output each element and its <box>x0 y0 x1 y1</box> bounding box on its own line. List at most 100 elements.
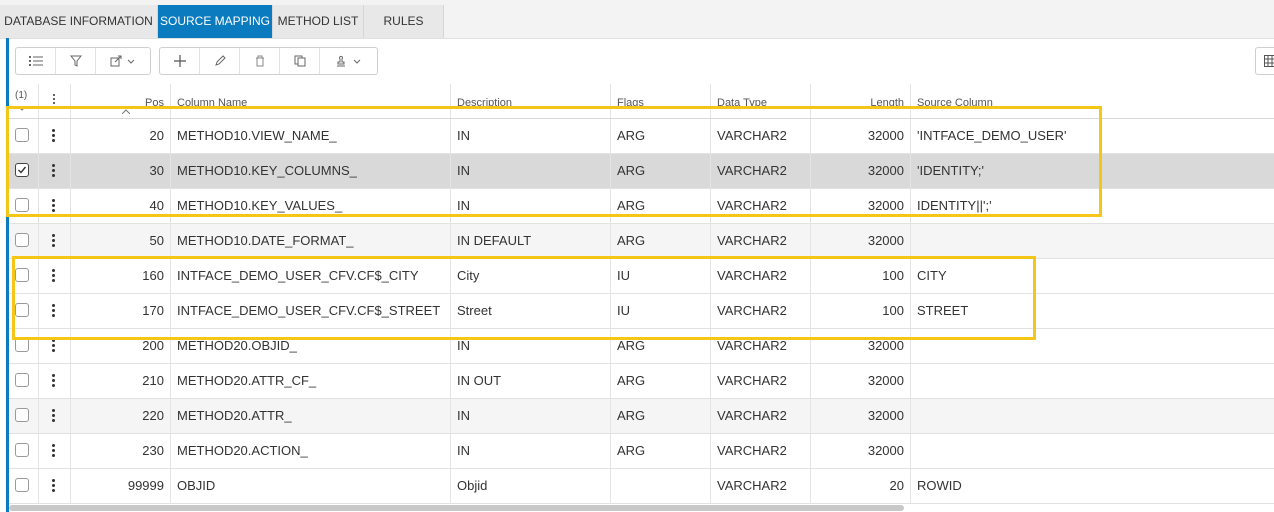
row-checkbox-cell[interactable] <box>9 399 39 433</box>
table-row[interactable]: 40 METHOD10.KEY_VALUES_ IN ARG VARCHAR2 32000… <box>9 189 1274 224</box>
filter-button[interactable] <box>56 48 96 74</box>
more-vertical-icon[interactable] <box>52 269 56 285</box>
column-header-flags[interactable]: Flags <box>611 84 711 118</box>
copy-button[interactable] <box>280 48 320 74</box>
row-menu-cell[interactable] <box>39 434 71 468</box>
row-checkbox[interactable] <box>15 373 29 387</box>
row-menu-cell[interactable] <box>39 119 71 153</box>
row-checkbox[interactable] <box>15 338 29 352</box>
row-checkbox-cell[interactable] <box>9 119 39 153</box>
column-header-pos[interactable]: Pos <box>71 84 171 118</box>
row-checkbox-cell[interactable] <box>9 154 39 188</box>
table-row[interactable]: 160 INTFACE_DEMO_USER_CFV.CF$_CITY City IU V… <box>9 259 1274 294</box>
row-menu-cell[interactable] <box>39 294 71 328</box>
cell-pos: 230 <box>71 434 171 468</box>
cell-source-column <box>911 434 1274 468</box>
more-vertical-icon[interactable] <box>52 234 56 250</box>
more-vertical-icon[interactable] <box>52 339 56 355</box>
row-checkbox[interactable] <box>15 303 29 317</box>
column-header-length[interactable]: Length <box>811 84 911 118</box>
cell-pos: 200 <box>71 329 171 363</box>
row-menu-cell[interactable] <box>39 259 71 293</box>
row-checkbox[interactable] <box>15 233 29 247</box>
cell-column-name: METHOD10.VIEW_NAME_ <box>171 119 451 153</box>
cell-length: 100 <box>811 259 911 293</box>
select-all-header[interactable]: (1) <box>9 84 39 118</box>
table-row[interactable]: 220 METHOD20.ATTR_ IN ARG VARCHAR2 32000 <box>9 399 1274 434</box>
tab-bar: DATABASE INFORMATION SOURCE MAPPING METH… <box>0 0 1274 39</box>
row-menu-header[interactable] <box>39 84 71 118</box>
more-vertical-icon[interactable] <box>52 444 56 460</box>
row-checkbox-cell[interactable] <box>9 294 39 328</box>
table-row[interactable]: 230 METHOD20.ACTION_ IN ARG VARCHAR2 32000 <box>9 434 1274 469</box>
more-vertical-icon[interactable] <box>52 199 56 215</box>
cell-flags <box>611 469 711 503</box>
add-button[interactable] <box>160 48 200 74</box>
row-menu-cell[interactable] <box>39 469 71 503</box>
row-checkbox-cell[interactable] <box>9 189 39 223</box>
column-header-source-column[interactable]: Source Column <box>911 84 1274 118</box>
table-row[interactable]: 210 METHOD20.ATTR_CF_ IN OUT ARG VARCHAR2 320… <box>9 364 1274 399</box>
more-vertical-icon[interactable] <box>52 479 56 495</box>
row-checkbox[interactable] <box>15 478 29 492</box>
grid-header: (1) Pos Column Name Description Flags Da… <box>9 84 1274 119</box>
cell-description: IN DEFAULT <box>451 224 611 258</box>
column-header-data-type[interactable]: Data Type <box>711 84 811 118</box>
row-checkbox-cell[interactable] <box>9 329 39 363</box>
tab-method-list[interactable]: METHOD LIST <box>273 5 364 38</box>
more-vertical-icon[interactable] <box>52 409 56 425</box>
table-row[interactable]: 30 METHOD10.KEY_COLUMNS_ IN ARG VARCHAR2 3200… <box>9 154 1274 189</box>
stamp-icon <box>336 55 360 67</box>
cell-flags: ARG <box>611 364 711 398</box>
row-checkbox-cell[interactable] <box>9 469 39 503</box>
more-vertical-icon[interactable] <box>52 374 56 390</box>
cell-description: IN <box>451 154 611 188</box>
row-menu-cell[interactable] <box>39 189 71 223</box>
row-checkbox[interactable] <box>15 128 29 142</box>
row-menu-cell[interactable] <box>39 154 71 188</box>
delete-button[interactable] <box>240 48 280 74</box>
row-checkbox[interactable] <box>15 443 29 457</box>
tab-database-information[interactable]: DATABASE INFORMATION <box>0 5 158 38</box>
export-button[interactable] <box>96 48 150 74</box>
row-menu-cell[interactable] <box>39 399 71 433</box>
cell-description: IN <box>451 434 611 468</box>
row-checkbox-cell[interactable] <box>9 259 39 293</box>
table-row[interactable]: 20 METHOD10.VIEW_NAME_ IN ARG VARCHAR2 32000 '… <box>9 119 1274 154</box>
row-menu-cell[interactable] <box>39 364 71 398</box>
row-checkbox-cell[interactable] <box>9 434 39 468</box>
table-row[interactable]: 200 METHOD20.OBJID_ IN ARG VARCHAR2 32000 <box>9 329 1274 364</box>
table-row[interactable]: 170 INTFACE_DEMO_USER_CFV.CF$_STREET Stree… <box>9 294 1274 329</box>
tab-rules[interactable]: RULES <box>364 5 444 38</box>
table-row[interactable]: 50 METHOD10.DATE_FORMAT_ IN DEFAULT ARG VARC… <box>9 224 1274 259</box>
row-checkbox[interactable] <box>15 198 29 212</box>
column-header-column-name[interactable]: Column Name <box>171 84 451 118</box>
row-checkbox-checked[interactable] <box>15 163 29 177</box>
table-settings-group <box>1255 47 1274 75</box>
delete-icon <box>255 55 264 67</box>
tab-source-mapping[interactable]: SOURCE MAPPING <box>158 5 273 38</box>
row-checkbox[interactable] <box>15 408 29 422</box>
row-menu-cell[interactable] <box>39 224 71 258</box>
row-menu-cell[interactable] <box>39 329 71 363</box>
cell-source-column <box>911 329 1274 363</box>
cell-description: IN <box>451 329 611 363</box>
more-vertical-icon[interactable] <box>52 304 56 320</box>
row-checkbox-cell[interactable] <box>9 224 39 258</box>
cell-description: IN <box>451 119 611 153</box>
row-checkbox[interactable] <box>15 268 29 282</box>
table-row[interactable]: 99999 OBJID Objid VARCHAR2 20 ROWID <box>9 469 1274 504</box>
more-vertical-icon[interactable] <box>52 129 56 145</box>
column-header-description[interactable]: Description <box>451 84 611 118</box>
stamp-menu-button[interactable] <box>320 48 377 74</box>
cell-column-name: METHOD10.DATE_FORMAT_ <box>171 224 451 258</box>
cell-pos: 210 <box>71 364 171 398</box>
list-view-button[interactable] <box>16 48 56 74</box>
edit-button[interactable] <box>200 48 240 74</box>
cell-description: City <box>451 259 611 293</box>
cell-pos: 99999 <box>71 469 171 503</box>
more-vertical-icon[interactable] <box>52 164 56 180</box>
row-checkbox-cell[interactable] <box>9 364 39 398</box>
table-settings-button[interactable] <box>1256 48 1274 74</box>
horizontal-scrollbar[interactable] <box>9 505 904 511</box>
